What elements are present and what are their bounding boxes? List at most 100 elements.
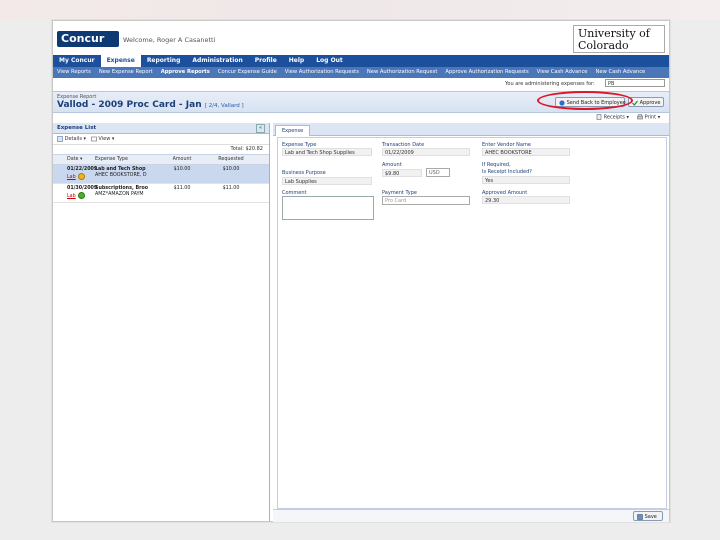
report-toolbar: Receipts ▾ Print ▾ bbox=[53, 112, 669, 123]
university-logo: University of Colorado bbox=[573, 25, 665, 53]
print-button[interactable]: Print ▾ bbox=[637, 114, 660, 121]
admin-row: You are administering expenses for: PB bbox=[53, 79, 669, 89]
expense-table-header: Date ▾ Expense Type Amount Requested bbox=[53, 154, 269, 165]
subnav-approve-auth-requests[interactable]: Approve Authorization Requests bbox=[441, 67, 532, 78]
subnav-new-auth-request[interactable]: New Authorization Request bbox=[363, 67, 441, 78]
expense-list-tools: Details ▾ View ▾ bbox=[53, 134, 269, 145]
nav-profile[interactable]: Profile bbox=[249, 55, 283, 67]
row-vendor: AMZ*AMAZON PAYM bbox=[95, 192, 144, 197]
currency-select[interactable]: USD bbox=[426, 168, 450, 177]
expense-detail-panel: Expense Expense Type Lab and Tech Shop S… bbox=[273, 123, 669, 522]
expense-total: Total: $20.82 bbox=[230, 146, 263, 152]
vendor-field[interactable]: AHEC BOOKSTORE bbox=[482, 148, 570, 156]
comment-field[interactable] bbox=[282, 196, 374, 220]
receipt-field[interactable]: Yes bbox=[482, 176, 570, 184]
col-amount[interactable]: Amount bbox=[161, 155, 203, 164]
nav-administration[interactable]: Administration bbox=[186, 55, 248, 67]
row-vendor: AHEC BOOKSTORE, D bbox=[95, 173, 147, 178]
row-link[interactable]: Lab bbox=[67, 175, 76, 180]
subnav-new-cash-advance[interactable]: New Cash Advance bbox=[592, 67, 650, 78]
receipt-icon bbox=[596, 114, 602, 120]
row-type-cell: Subscriptions, Broo AMZ*AMAZON PAYM bbox=[95, 184, 161, 202]
subnav-approve-reports[interactable]: Approve Reports bbox=[157, 67, 214, 78]
nav-help[interactable]: Help bbox=[283, 55, 310, 67]
row-requested: $11.00 bbox=[222, 186, 240, 191]
admin-label: You are administering expenses for: bbox=[505, 81, 595, 87]
concur-window: Concur Welcome, Roger A Casanetti Univer… bbox=[52, 20, 670, 522]
details-label: Details bbox=[64, 136, 82, 142]
row-date: 01/22/2009 bbox=[67, 167, 98, 172]
sub-nav: View Reports New Expense Report Approve … bbox=[53, 67, 669, 78]
concur-logo: Concur bbox=[57, 31, 119, 47]
view-label: View bbox=[98, 136, 111, 142]
col-date-label: Date bbox=[67, 157, 79, 162]
transaction-date-field[interactable]: 01/22/2009 bbox=[382, 148, 470, 156]
row-type-cell: Lab and Tech Shop AHEC BOOKSTORE, D bbox=[95, 165, 161, 183]
view-button[interactable]: View ▾ bbox=[91, 136, 114, 142]
amount-field[interactable]: $9.80 bbox=[382, 169, 422, 177]
tab-strip: Expense bbox=[273, 123, 669, 136]
row-type: Subscriptions, Broo bbox=[95, 186, 149, 191]
receipt-status-icon bbox=[77, 192, 85, 199]
expense-list-panel: Expense List « Details ▾ View ▾ Total: $… bbox=[53, 123, 270, 521]
save-icon bbox=[637, 513, 643, 520]
expense-form: Expense Type Lab and Tech Shop Supplies … bbox=[277, 137, 667, 509]
main-nav: My Concur Expense Reporting Administrati… bbox=[53, 55, 669, 67]
approve-label: Approve bbox=[639, 100, 661, 106]
nav-expense[interactable]: Expense bbox=[100, 55, 141, 67]
row-amount: $11.00 bbox=[173, 186, 191, 191]
table-row[interactable]: 01/22/2009 Lab Lab and Tech Shop AHEC BO… bbox=[53, 165, 269, 184]
printer-icon bbox=[637, 114, 643, 120]
background-strip bbox=[0, 0, 720, 20]
col-requested[interactable]: Requested bbox=[203, 155, 259, 164]
row-link[interactable]: Lab bbox=[67, 194, 76, 199]
receipts-label: Receipts bbox=[603, 114, 625, 121]
business-purpose-label: Business Purpose bbox=[282, 170, 326, 176]
nav-reporting[interactable]: Reporting bbox=[141, 55, 187, 67]
report-title-text: Vallod - 2009 Proc Card - Jan bbox=[57, 100, 202, 110]
subnav-new-expense-report[interactable]: New Expense Report bbox=[95, 67, 157, 78]
nav-logout[interactable]: Log Out bbox=[310, 55, 349, 67]
col-expense-type[interactable]: Expense Type bbox=[95, 155, 161, 164]
if-required-label: If Required, bbox=[482, 162, 511, 168]
subnav-view-reports[interactable]: View Reports bbox=[53, 67, 95, 78]
save-label: Save bbox=[644, 514, 657, 520]
approve-button[interactable]: Approve bbox=[628, 97, 664, 107]
row-type: Lab and Tech Shop bbox=[95, 167, 146, 172]
save-button[interactable]: Save bbox=[633, 511, 663, 521]
welcome-text: Welcome, Roger A Casanetti bbox=[123, 36, 216, 44]
payment-type-select[interactable]: Pro Card bbox=[382, 196, 470, 205]
subnav-view-cash-advance[interactable]: View Cash Advance bbox=[533, 67, 592, 78]
nav-my-concur[interactable]: My Concur bbox=[53, 55, 101, 67]
amount-label: Amount bbox=[382, 162, 402, 168]
highlight-oval bbox=[537, 91, 633, 110]
admin-select[interactable]: PB bbox=[605, 79, 665, 87]
table-row[interactable]: 01/30/2009 Lab Subscriptions, Broo AMZ*A… bbox=[53, 184, 269, 203]
row-requested: $10.00 bbox=[222, 167, 240, 172]
details-button[interactable]: Details ▾ bbox=[57, 135, 88, 142]
row-date-cell: 01/30/2009 Lab bbox=[53, 184, 98, 202]
bottom-bar: Save bbox=[273, 509, 669, 522]
view-icon bbox=[91, 136, 97, 141]
row-date: 01/30/2009 bbox=[67, 186, 98, 191]
tab-expense[interactable]: Expense bbox=[275, 125, 311, 136]
row-date-cell: 01/22/2009 Lab bbox=[53, 165, 98, 183]
subnav-view-auth-requests[interactable]: View Authorization Requests bbox=[281, 67, 363, 78]
expense-list-title: Expense List bbox=[57, 125, 97, 131]
expense-list-header: Expense List « bbox=[53, 123, 269, 134]
col-date[interactable]: Date ▾ bbox=[53, 155, 95, 164]
approved-amount-field[interactable]: 29.30 bbox=[482, 196, 570, 204]
expense-type-field[interactable]: Lab and Tech Shop Supplies bbox=[282, 148, 372, 156]
collapse-icon[interactable]: « bbox=[256, 124, 265, 133]
receipt-label: Is Receipt Included? bbox=[482, 169, 532, 175]
report-subtitle[interactable]: [ 2/4, Vallard ] bbox=[205, 103, 244, 109]
report-title: Vallod - 2009 Proc Card - Jan [ 2/4, Val… bbox=[57, 100, 244, 110]
subnav-expense-guide[interactable]: Concur Expense Guide bbox=[214, 67, 281, 78]
business-purpose-field[interactable]: Lab Supplies bbox=[282, 177, 372, 185]
print-label: Print bbox=[644, 114, 657, 121]
row-amount: $10.00 bbox=[173, 167, 191, 172]
top-bar: Concur Welcome, Roger A Casanetti Univer… bbox=[53, 21, 669, 55]
receipt-status-icon bbox=[77, 173, 85, 180]
receipts-button[interactable]: Receipts ▾ bbox=[596, 114, 629, 121]
details-icon bbox=[57, 135, 63, 142]
